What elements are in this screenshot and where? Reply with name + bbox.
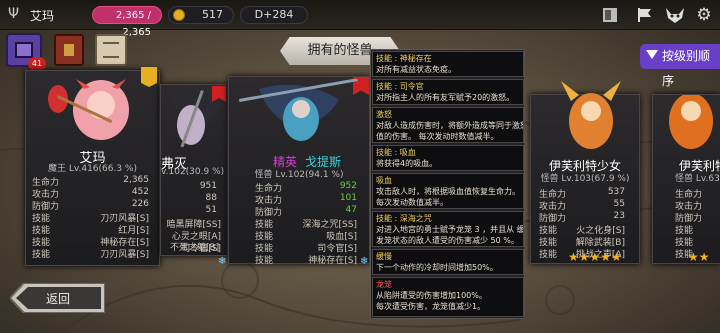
filter-icon bbox=[646, 50, 658, 59]
tooltip-title: 技能 : 神秘存在 bbox=[376, 54, 432, 63]
monster-level: 怪兽 Lv.63(5 bbox=[675, 174, 720, 184]
stat-atk: 101 bbox=[339, 193, 357, 203]
snowflake-icon: ❄ bbox=[360, 256, 369, 267]
tooltip-entry: 技能 : 深海之咒 对进入地宫的勇士赋予龙笼 3 ，并且从 缓慢 发笼状态的敌人… bbox=[372, 211, 524, 247]
day-value: D+284 bbox=[254, 8, 294, 21]
monster-portrait bbox=[669, 95, 713, 149]
stat-label: 技能 bbox=[539, 250, 558, 260]
tooltip-text: 发笼状态的敌人遭受的伤害减少 50 %。 bbox=[376, 236, 519, 245]
tooltip-text: 值的伤害。 每次发动时数值减半。 bbox=[376, 132, 499, 141]
tooltip-entry: 技能 : 司令官 对所指主人的所有友军赋予20的激怒。 bbox=[372, 79, 524, 105]
scroll-button[interactable] bbox=[95, 34, 127, 66]
star-icon: ★ bbox=[611, 250, 622, 264]
demon-icon[interactable] bbox=[664, 5, 686, 25]
skill-tooltip-panel: 技能 : 神秘存在 对所有减益状态免疫。 技能 : 司令官 对所指主人的所有友军… bbox=[370, 49, 525, 319]
book-emblem-icon bbox=[64, 44, 74, 56]
tooltip-title: 缓慢 bbox=[376, 252, 392, 261]
star-rating: ★★★★★ bbox=[568, 250, 622, 264]
monster-card-elite-gotis[interactable]: 精英 戈提斯 怪兽 Lv.102(94.1 %) 生命力 952 攻击力 101… bbox=[228, 76, 370, 266]
chest-icon bbox=[15, 42, 33, 58]
tooltip-text: 将获得4的吸血。 bbox=[376, 159, 438, 168]
monster-level: 怪兽 Lv.103(67.9 %) bbox=[540, 174, 630, 184]
stat-label: 技能 bbox=[255, 256, 274, 266]
tooltip-text: 从陷阱遭受的伤害增加100%。 bbox=[376, 291, 487, 300]
skill-4: 刀刃风暴[S] bbox=[100, 250, 149, 260]
tooltip-text: 下一个动作的冷却时间增加50%。 bbox=[376, 263, 498, 272]
notification-badge: 41 bbox=[28, 57, 46, 71]
monster-level: v.102(30.9 %) bbox=[161, 167, 225, 177]
stat-def: 47 bbox=[345, 205, 357, 215]
monster-level: 怪兽 Lv.102(94.1 %) bbox=[254, 170, 344, 180]
tooltip-entry: 龙笼 从陷阱遭受的伤害增加100%。 每次遭受伤害，龙笼值减少1。 bbox=[372, 277, 524, 317]
star-icon: ★ bbox=[568, 250, 579, 264]
skill-4-overflow: 不死之躯[B] bbox=[170, 243, 220, 253]
stat-def: 23 bbox=[613, 211, 625, 221]
monster-card-ifrit-girl[interactable]: 伊芙利特少女 怪兽 Lv.103(67.9 %) 生命力 537 攻击力 55 … bbox=[530, 81, 640, 264]
tooltip-entry: 技能 : 吸血 将获得4的吸血。 bbox=[372, 145, 524, 171]
monster-card-ifrit[interactable]: 伊芙利特 怪兽 Lv.63(5 生命力 攻击力 防御力 技能 技能 技能 bbox=[652, 94, 720, 264]
monster-card-2[interactable]: 弗灭 v.102(30.9 %) 951 88 51 暗黑屏障[SS] 心灵之眼… bbox=[160, 84, 228, 256]
monster-card-ema[interactable]: 艾玛 魔王 Lv.416(66.3 %) 生命力 2,365 攻击力 452 防… bbox=[25, 67, 160, 266]
star-rating: ★★ bbox=[688, 250, 710, 264]
stat-atk: 452 bbox=[131, 187, 149, 197]
flag-icon[interactable] bbox=[634, 5, 654, 25]
stat-hp: 2,365 bbox=[123, 175, 149, 185]
star-icon: ★ bbox=[698, 250, 710, 264]
tooltip-entry: 技能 : 神秘存在 对所有减益状态免疫。 bbox=[372, 51, 524, 77]
tooltip-title: 吸血 bbox=[376, 176, 392, 185]
star-icon: ★ bbox=[600, 250, 612, 264]
stat-atk: 55 bbox=[613, 199, 625, 209]
skill-4: 神秘存在[S] bbox=[308, 256, 357, 266]
monster-portrait bbox=[561, 81, 621, 149]
stat-label: 技能 bbox=[32, 250, 51, 260]
sort-by-level-button[interactable]: 按级别顺序 bbox=[640, 44, 720, 88]
snowflake-icon: ❄ bbox=[218, 256, 227, 267]
tooltip-text: 对所有减益状态免疫。 bbox=[376, 65, 456, 74]
back-button-label: 返回 bbox=[46, 292, 71, 306]
stat-atk: 88 bbox=[205, 193, 217, 203]
scroll-icon bbox=[103, 42, 119, 58]
star-icon: ★ bbox=[589, 250, 601, 264]
player-name: 艾玛 bbox=[30, 9, 55, 23]
tooltip-entry: 缓慢 下一个动作的冷却时间增加50%。 bbox=[372, 249, 524, 275]
tooltip-text: 攻击敌人时，将根据吸血值恢复生命力。 bbox=[376, 187, 520, 196]
trident-icon: Ψ bbox=[8, 6, 20, 22]
stat-hp: 537 bbox=[607, 187, 625, 197]
stat-def: 51 bbox=[205, 205, 217, 215]
tooltip-entry: 吸血 攻击敌人时，将根据吸血值恢复生命力。 每次发动数值减半。 bbox=[372, 173, 524, 209]
book-icon[interactable] bbox=[600, 5, 620, 25]
chest-button[interactable]: 41 bbox=[6, 33, 46, 71]
tooltip-title: 激怒 bbox=[376, 110, 392, 119]
top-bar: Ψ 艾玛 2,365 / 2,365 517 D+284 ⚙ bbox=[0, 0, 720, 38]
tooltip-title: 技能 : 吸血 bbox=[376, 148, 416, 157]
tooltip-text: 每次发动数值减半。 bbox=[376, 198, 448, 207]
tooltip-entry: 激怒 对敌人造成伤害时，将额外造成等同于激怒数 值的伤害。 每次发动时数值减半。 bbox=[372, 107, 524, 143]
stat-hp: 951 bbox=[199, 181, 217, 191]
tooltip-title: 龙笼 bbox=[376, 280, 392, 289]
coin-icon bbox=[173, 9, 185, 21]
tooltip-text: 对进入地宫的勇士赋予龙笼 3 ，并且从 缓慢 bbox=[376, 225, 524, 234]
hp-pill: 2,365 / 2,365 bbox=[92, 6, 162, 38]
tooltip-text: 对敌人造成伤害时，将额外造成等同于激怒数 bbox=[376, 121, 524, 130]
stat-hp: 952 bbox=[339, 181, 357, 191]
star-icon: ★ bbox=[688, 250, 699, 264]
tooltip-title: 技能 : 深海之咒 bbox=[376, 214, 432, 223]
star-icon: ★ bbox=[578, 250, 590, 264]
back-button[interactable]: 返回 bbox=[10, 283, 105, 313]
monster-portrait bbox=[239, 79, 358, 141]
day-pill: D+284 bbox=[240, 6, 308, 24]
gold-pill: 517 bbox=[168, 6, 234, 24]
tooltip-title: 技能 : 司令官 bbox=[376, 82, 424, 91]
stat-def: 226 bbox=[131, 199, 149, 209]
bestiary-book-button[interactable] bbox=[54, 34, 84, 66]
tooltip-text: 对所指主人的所有友军赋予20的激怒。 bbox=[376, 93, 515, 102]
monster-level: 魔王 Lv.416(66.3 %) bbox=[47, 164, 138, 174]
tooltip-text: 每次遭受伤害，龙笼值减少1。 bbox=[376, 302, 486, 311]
gear-icon[interactable]: ⚙ bbox=[694, 5, 714, 25]
monster-portrait bbox=[48, 79, 129, 140]
gold-value: 517 bbox=[202, 8, 223, 21]
